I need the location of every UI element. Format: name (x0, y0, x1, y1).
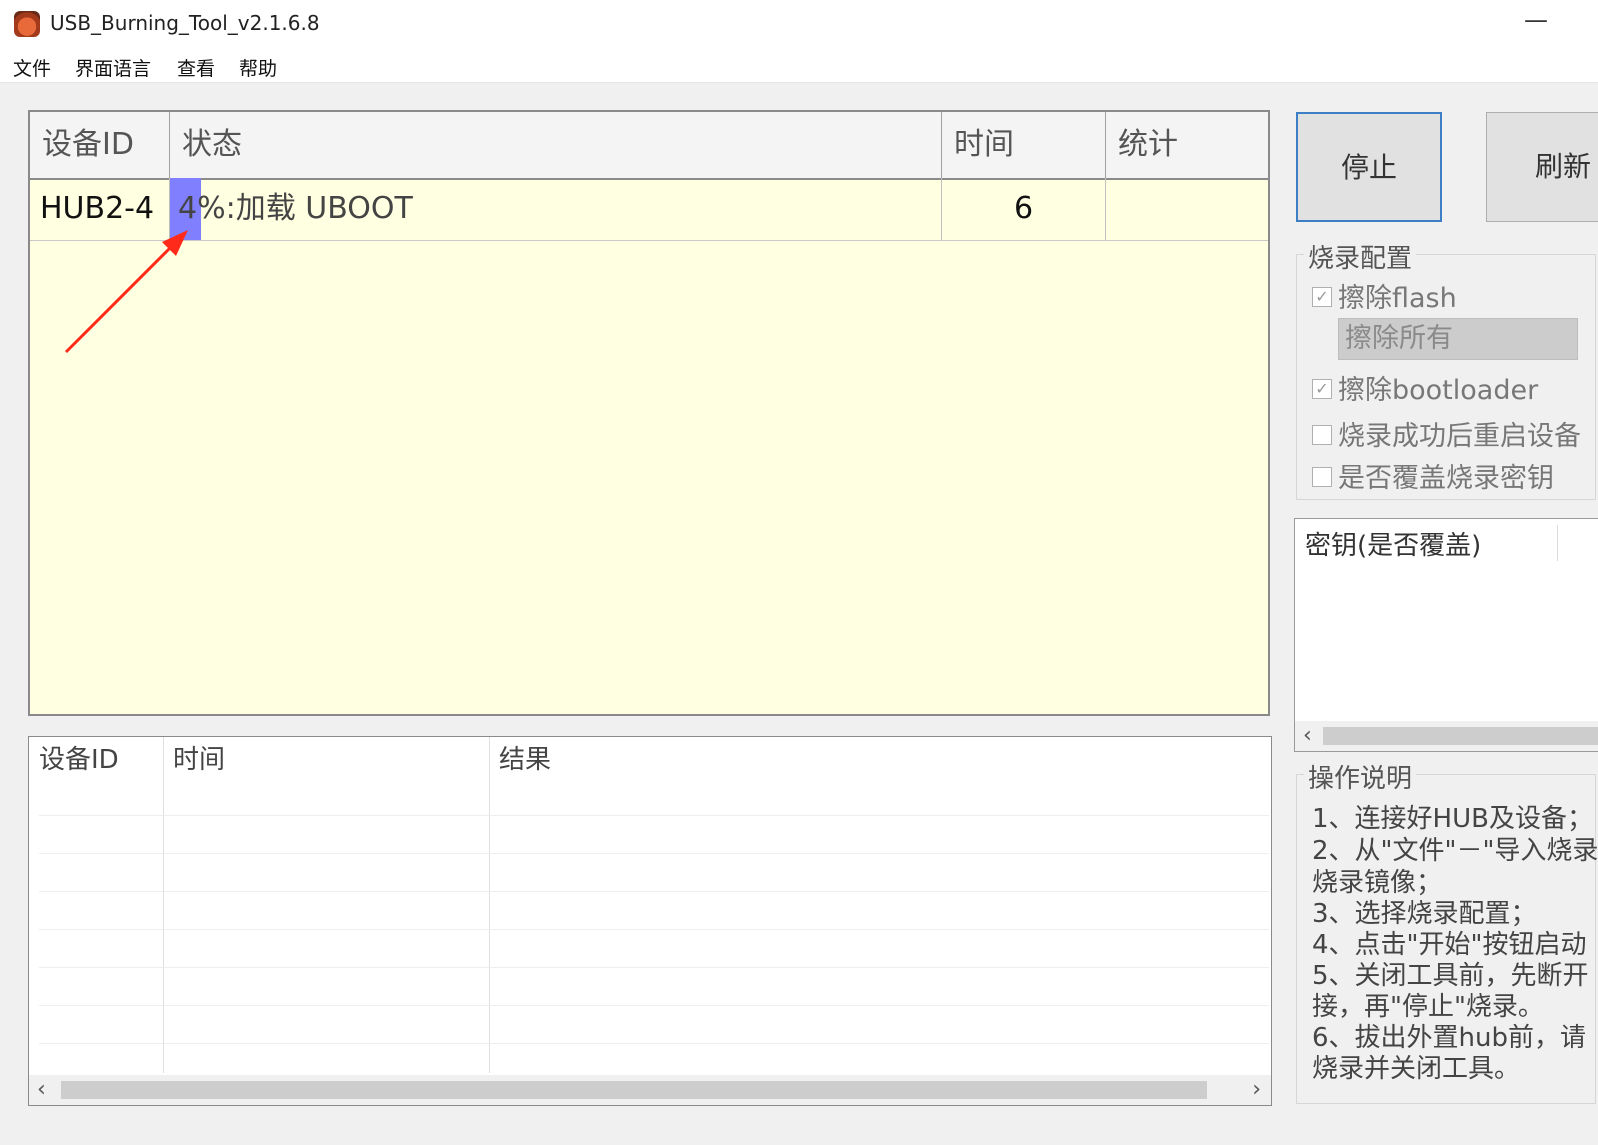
minimize-button[interactable]: — (1524, 6, 1548, 34)
key-horizontal-scrollbar[interactable]: ‹ (1295, 721, 1598, 751)
annotation-arrow (64, 230, 188, 354)
menu-bar: 文件 界面语言 查看 帮助 (0, 48, 1598, 83)
device-table-header: 设备ID 状态 时间 统计 (30, 112, 1268, 180)
menu-file[interactable]: 文件 (13, 54, 51, 81)
col-time[interactable]: 时间 (942, 112, 1106, 178)
log-table[interactable]: 设备ID 时间 结果 ‹ › (28, 736, 1272, 1106)
log-horizontal-scrollbar[interactable]: ‹ › (29, 1075, 1271, 1105)
erase-flash-checkbox-icon[interactable]: ✓ (1312, 286, 1332, 307)
erase-bootloader-checkbox-icon[interactable]: ✓ (1312, 378, 1332, 399)
erase-bootloader-checkbox[interactable]: ✓ 擦除bootloader (1312, 368, 1538, 407)
burn-config-title: 烧录配置 (1304, 238, 1417, 275)
col-status[interactable]: 状态 (170, 112, 942, 178)
col-device-id[interactable]: 设备ID (30, 112, 170, 178)
menu-view[interactable]: 查看 (177, 54, 215, 81)
app-icon (14, 11, 40, 37)
reboot-after-label: 烧录成功后重启设备 (1338, 421, 1581, 452)
instruction-line: 烧录并关闭工具。 (1312, 1054, 1521, 1084)
reboot-after-checkbox-icon[interactable] (1312, 424, 1332, 445)
col-stats[interactable]: 统计 (1106, 112, 1270, 178)
reboot-after-checkbox[interactable]: 烧录成功后重启设备 (1312, 414, 1581, 453)
stop-button[interactable]: 停止 (1296, 112, 1442, 222)
stats-cell (1106, 178, 1270, 240)
log-row-divider (39, 1043, 1269, 1044)
status-cell: 4%:加载 UBOOT (170, 178, 942, 240)
key-header-divider (1557, 525, 1558, 561)
overwrite-key-label: 是否覆盖烧录密钥 (1338, 463, 1554, 494)
erase-flash-label: 擦除flash (1338, 283, 1457, 314)
overwrite-key-checkbox[interactable]: 是否覆盖烧录密钥 (1312, 456, 1554, 495)
refresh-button[interactable]: 刷新 (1486, 112, 1598, 222)
device-table[interactable]: 设备ID 状态 时间 统计 HUB2-4 4%:加载 UBOOT 6 (28, 110, 1270, 716)
key-scroll-left-icon[interactable]: ‹ (1303, 721, 1312, 751)
log-col-result[interactable]: 结果 (489, 737, 1089, 783)
window-title: USB_Burning_Tool_v2.1.6.8 (50, 11, 320, 35)
log-row-divider (39, 815, 1269, 816)
key-list-header[interactable]: 密钥(是否覆盖) (1305, 525, 1481, 562)
title-bar: USB_Burning_Tool_v2.1.6.8 — (0, 0, 1598, 48)
erase-bootloader-label: 擦除bootloader (1338, 375, 1539, 406)
overwrite-key-checkbox-icon[interactable] (1312, 466, 1332, 487)
device-row[interactable]: HUB2-4 4%:加载 UBOOT 6 (30, 178, 1268, 241)
annotation-arrow-shaft (64, 238, 180, 354)
log-scrollbar-thumb[interactable] (61, 1081, 1207, 1099)
scroll-right-icon[interactable]: › (1252, 1075, 1261, 1105)
erase-flash-checkbox[interactable]: ✓ 擦除flash (1312, 276, 1457, 315)
menu-help[interactable]: 帮助 (239, 54, 277, 81)
log-col-device-id[interactable]: 设备ID (29, 737, 163, 783)
menu-language[interactable]: 界面语言 (75, 54, 151, 81)
key-scrollbar-thumb[interactable] (1323, 727, 1598, 745)
instructions-title: 操作说明 (1304, 758, 1417, 795)
log-col-divider (489, 737, 490, 1073)
key-list[interactable]: 密钥(是否覆盖) ‹ (1294, 518, 1598, 752)
time-cell: 6 (942, 178, 1106, 240)
erase-mode-select[interactable]: 擦除所有 (1338, 318, 1578, 360)
log-row-divider (39, 929, 1269, 930)
log-row-divider (39, 891, 1269, 892)
status-text: 4%:加载 UBOOT (178, 191, 413, 226)
log-row-divider (39, 967, 1269, 968)
log-row-divider (39, 1005, 1269, 1006)
log-row-divider (39, 853, 1269, 854)
scroll-left-icon[interactable]: ‹ (37, 1075, 46, 1105)
log-col-time[interactable]: 时间 (163, 737, 489, 783)
log-col-divider (163, 737, 164, 1073)
